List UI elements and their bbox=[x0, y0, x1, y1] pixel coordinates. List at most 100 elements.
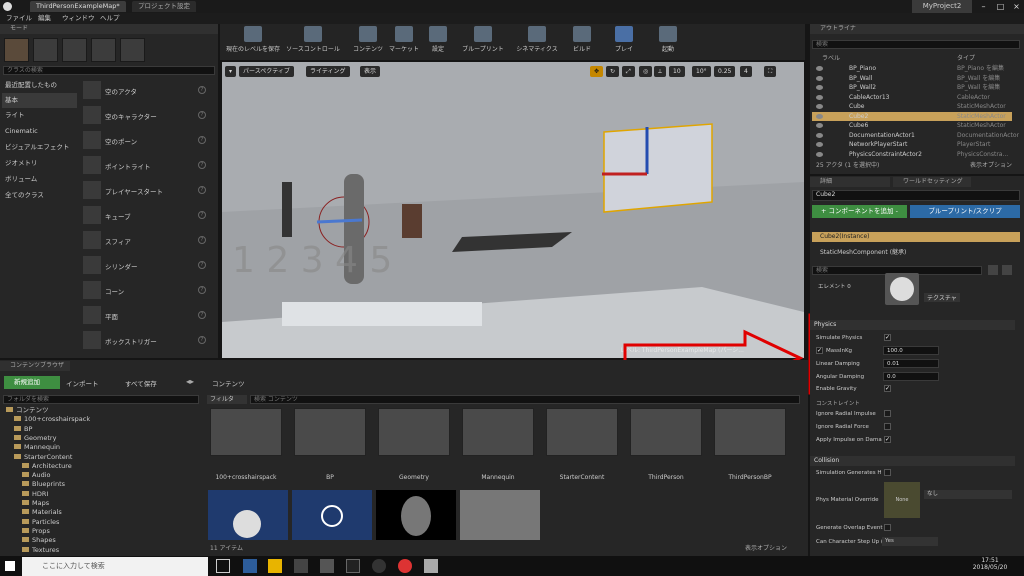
surface-snap-icon[interactable]: ⟂ bbox=[654, 66, 667, 77]
folder-thumbnail[interactable] bbox=[546, 408, 618, 456]
camera-speed-value[interactable]: 4 bbox=[740, 66, 752, 77]
folder-tree-item[interactable]: Materials bbox=[22, 508, 62, 518]
constraints-row[interactable]: コンストレイント bbox=[816, 399, 860, 407]
build-button[interactable]: ビルド bbox=[566, 24, 598, 58]
perspective-button[interactable]: パースペクティブ bbox=[239, 66, 294, 77]
outliner-row[interactable]: Cube6 StaticMeshActor bbox=[812, 121, 1012, 131]
folder-tree-item[interactable]: HDRI bbox=[22, 490, 48, 500]
help-icon[interactable]: ? bbox=[198, 136, 206, 144]
folder-tree-item[interactable]: Geometry bbox=[14, 434, 56, 444]
component-instance-row[interactable]: Cube2(Instance) bbox=[812, 232, 1020, 242]
physics-section[interactable]: Physics bbox=[810, 320, 1015, 330]
folder-tree-item[interactable]: Particles bbox=[22, 518, 59, 528]
phys-material-thumbnail[interactable]: None bbox=[884, 482, 920, 518]
help-icon[interactable]: ? bbox=[198, 261, 206, 269]
apply-impulse-checkbox[interactable]: ✓ bbox=[884, 436, 891, 443]
outliner-row[interactable]: BP_Wall BP_Wall を編集 bbox=[812, 74, 1012, 84]
folder-thumbnail[interactable] bbox=[462, 408, 534, 456]
enable-gravity-checkbox[interactable]: ✓ bbox=[884, 385, 891, 392]
asset-checker-plane-thumbnail[interactable] bbox=[460, 490, 540, 540]
asset-checker-egg-thumbnail[interactable] bbox=[376, 490, 456, 540]
content-search-input[interactable]: 検索 コンテンツ bbox=[250, 395, 800, 404]
category-all-classes[interactable]: 全てのクラス bbox=[2, 188, 77, 203]
folder-tree-item[interactable]: Blueprints bbox=[22, 480, 65, 490]
folder-thumbnail[interactable] bbox=[630, 408, 702, 456]
settings-button[interactable]: 設定 bbox=[424, 24, 452, 58]
epic-launcher-icon[interactable] bbox=[346, 559, 360, 573]
class-search-input[interactable]: クラスの検索 bbox=[3, 66, 215, 75]
phys-material-dropdown[interactable]: なし bbox=[924, 490, 1012, 499]
folder-tree-item[interactable]: Maps bbox=[22, 499, 49, 509]
folder-tree-item[interactable]: Shapes bbox=[22, 536, 56, 546]
folder-tree-item[interactable]: Audio bbox=[22, 471, 50, 481]
material-thumbnail[interactable] bbox=[885, 273, 919, 305]
outliner-search-input[interactable]: 検索 bbox=[812, 40, 1020, 49]
filter-button[interactable]: フィルタ bbox=[207, 395, 247, 404]
tab-map[interactable]: ThirdPersonExampleMap* bbox=[30, 1, 126, 12]
linear-damping-field[interactable]: 0.01 bbox=[883, 359, 939, 368]
asset-crosshair-thumbnail[interactable] bbox=[292, 490, 372, 540]
outliner-row[interactable]: NetworkPlayerStart PlayerStart bbox=[812, 140, 1012, 150]
foliage-mode-icon[interactable] bbox=[91, 38, 116, 62]
marketplace-button[interactable]: マーケット bbox=[386, 24, 422, 58]
menu-help[interactable]: ヘルプ bbox=[100, 13, 120, 24]
outliner-col-label[interactable]: ラベル bbox=[822, 53, 840, 62]
list-item[interactable]: プレイヤースタート? bbox=[80, 178, 208, 202]
help-icon[interactable]: ? bbox=[198, 236, 206, 244]
grid-snap-value[interactable]: 10 bbox=[669, 66, 685, 77]
history-arrows-icon[interactable]: ◂▸ bbox=[186, 377, 194, 386]
actor-name-field[interactable]: Cube2 bbox=[812, 190, 1020, 201]
help-icon[interactable]: ? bbox=[198, 186, 206, 194]
geometry-mode-icon[interactable] bbox=[120, 38, 145, 62]
minimize-icon[interactable]: – bbox=[975, 0, 992, 13]
help-icon[interactable]: ? bbox=[198, 211, 206, 219]
collision-section[interactable]: Collision bbox=[810, 456, 1015, 466]
outliner-view-options[interactable]: 表示オプション bbox=[970, 160, 1012, 169]
unreal-engine-icon[interactable] bbox=[372, 559, 386, 573]
scale-tool-icon[interactable]: ⤢ bbox=[622, 66, 635, 77]
texture-dropdown[interactable]: テクスチャ bbox=[924, 293, 960, 302]
landscape-mode-icon[interactable] bbox=[62, 38, 87, 62]
outliner-col-type[interactable]: タイプ bbox=[957, 53, 975, 62]
outliner-row[interactable]: Cube2 StaticMeshActor bbox=[812, 111, 1012, 121]
place-mode-icon[interactable] bbox=[4, 38, 29, 62]
list-item[interactable]: ポイントライト? bbox=[80, 153, 208, 177]
simulate-physics-checkbox[interactable]: ✓ bbox=[884, 334, 891, 341]
list-item[interactable]: 平面? bbox=[80, 303, 208, 327]
folder-thumbnail[interactable] bbox=[294, 408, 366, 456]
visibility-eye-icon[interactable] bbox=[816, 85, 823, 90]
translate-tool-icon[interactable]: ✥ bbox=[590, 66, 604, 77]
menu-file[interactable]: ファイル bbox=[6, 13, 32, 24]
edge-icon[interactable] bbox=[243, 559, 257, 573]
help-icon[interactable]: ? bbox=[198, 86, 206, 94]
help-icon[interactable]: ? bbox=[198, 286, 206, 294]
list-item[interactable]: コーン? bbox=[80, 278, 208, 302]
blueprint-script-button[interactable]: ブループリント/スクリプ bbox=[910, 205, 1020, 218]
folder-tree-item[interactable]: Architecture bbox=[22, 462, 72, 472]
overlap-events-checkbox[interactable] bbox=[884, 524, 891, 531]
outliner-row[interactable]: BP_Wall2 BP_Wall を編集 bbox=[812, 83, 1012, 93]
chrome-icon[interactable] bbox=[398, 559, 412, 573]
tab-project-settings[interactable]: プロジェクト設定 bbox=[132, 1, 196, 12]
blueprints-button[interactable]: ブループリント bbox=[458, 24, 508, 58]
step-up-dropdown[interactable]: Yes bbox=[882, 537, 938, 546]
import-button[interactable]: インポート bbox=[66, 378, 99, 388]
viewport-options-button[interactable]: ▾ bbox=[225, 66, 237, 77]
mass-override-checkbox[interactable]: ✓ bbox=[816, 347, 823, 354]
help-icon[interactable]: ? bbox=[198, 336, 206, 344]
save-level-button[interactable]: 現在のレベルを保存 bbox=[222, 24, 284, 58]
outliner-row[interactable]: Cube StaticMeshActor bbox=[812, 102, 1012, 112]
launch-button[interactable]: 起動 bbox=[648, 24, 688, 58]
list-item[interactable]: シリンダー? bbox=[80, 253, 208, 277]
lighting-button[interactable]: ライティング bbox=[306, 66, 350, 77]
category-geometry[interactable]: ジオメトリ bbox=[2, 156, 77, 171]
rotation-snap-value[interactable]: 10° bbox=[692, 66, 711, 77]
category-basic[interactable]: 基本 bbox=[2, 93, 77, 108]
scale-snap-value[interactable]: 0.25 bbox=[714, 66, 736, 77]
source-control-button[interactable]: ソースコントロール bbox=[284, 24, 342, 58]
show-button[interactable]: 表示 bbox=[360, 66, 381, 77]
visibility-eye-icon[interactable] bbox=[816, 75, 823, 81]
cinematics-button[interactable]: シネマティクス bbox=[512, 24, 562, 58]
folder-thumbnail[interactable] bbox=[378, 408, 450, 456]
store-icon[interactable] bbox=[294, 559, 308, 573]
